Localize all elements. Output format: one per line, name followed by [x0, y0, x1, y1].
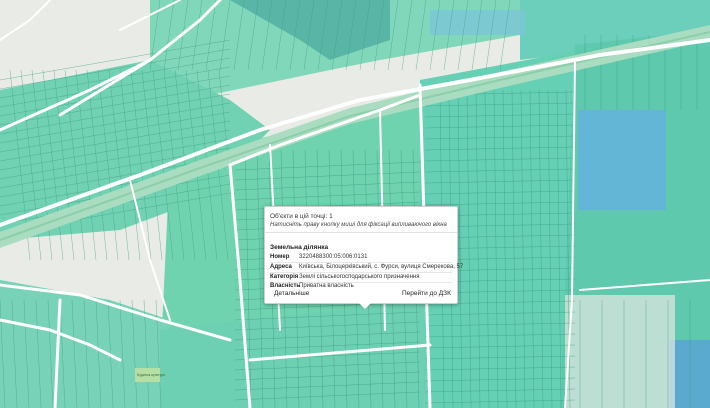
row-divider: [270, 272, 452, 273]
row-value: Київська, Білоцерківський, с. Фурси, вул…: [299, 264, 464, 270]
popup-pointer: [359, 303, 371, 309]
map-canvas[interactable]: Будинок культури: [0, 0, 710, 408]
row-value: 3220488300:05:006:0131: [299, 254, 368, 260]
row-key: Категорія: [270, 274, 299, 280]
objects-count: Об'єкти в цій точці: 1: [270, 213, 333, 220]
row-key: Адреса: [270, 264, 292, 270]
cadastral-map[interactable]: Будинок культури Об'єкти в цій точці: 1 …: [0, 0, 710, 408]
parcel-info-popup: Об'єкти в цій точці: 1 Натисніть праву к…: [264, 206, 463, 309]
popup-divider: [265, 232, 457, 233]
grey-block-southeast: [565, 295, 675, 408]
popup-hint: Натисніть праву кнопку миші для фіксації…: [270, 222, 447, 228]
building-label: Будинок культури: [137, 373, 165, 377]
details-button[interactable]: Детальніше: [274, 290, 309, 297]
row-key: Власність: [270, 283, 301, 289]
row-divider: [270, 262, 452, 263]
row-value: Землі сільськогосподарського призначення: [299, 274, 420, 280]
blue-parcel-large: [578, 110, 666, 210]
section-title: Земельна ділянка: [270, 244, 329, 251]
goto-dzk-button[interactable]: Перейти до ДЗК: [402, 290, 451, 297]
row-key: Номер: [270, 254, 290, 260]
row-value: Приватна власність: [299, 283, 354, 289]
